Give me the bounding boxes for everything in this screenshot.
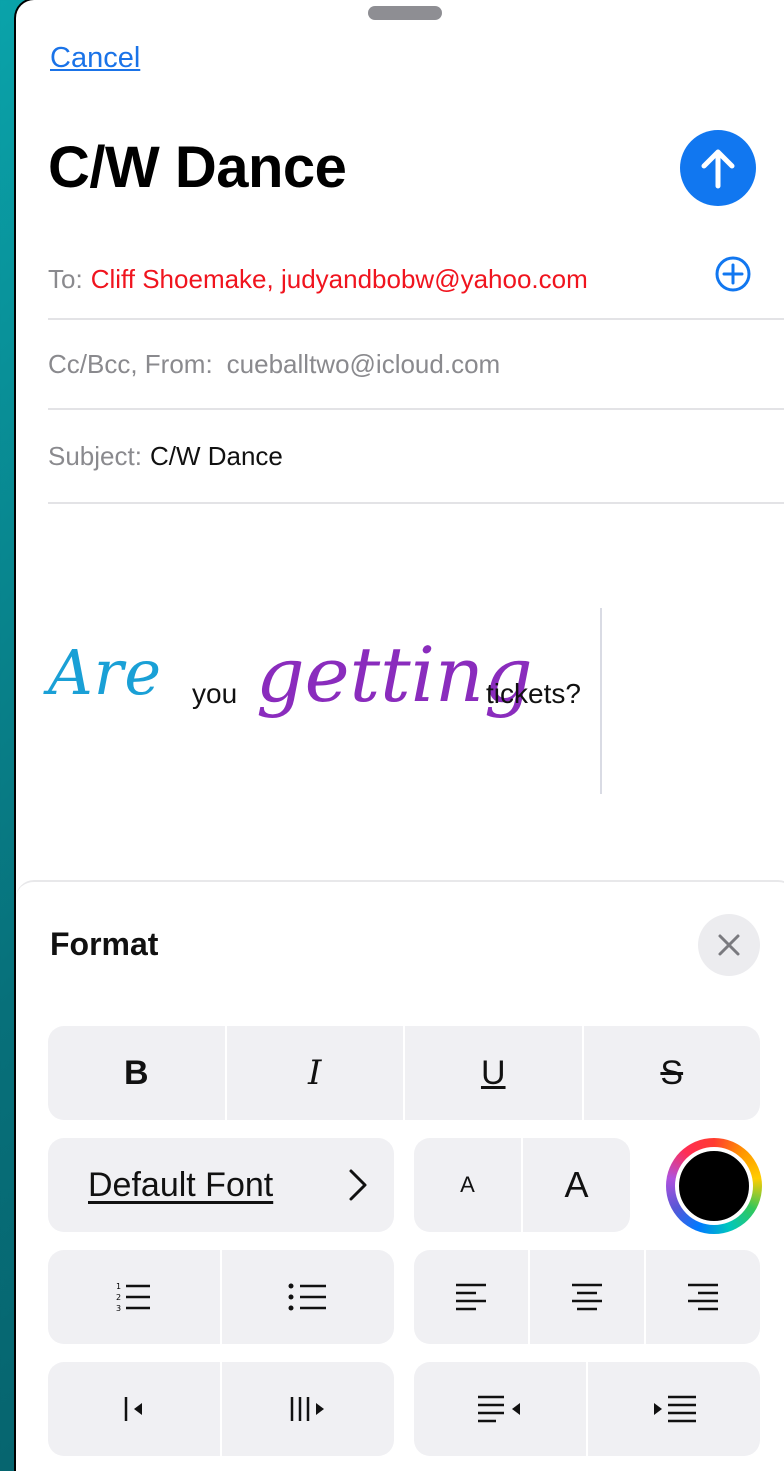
text-color-button[interactable]: [666, 1138, 762, 1234]
send-button[interactable]: [680, 130, 756, 206]
cc-bcc-from-label: Cc/Bcc, From:: [48, 348, 213, 379]
italic-button[interactable]: I: [227, 1026, 405, 1120]
close-icon: [718, 934, 740, 956]
compose-sheet: Cancel C/W Dance To: Cliff Shoemake, jud…: [16, 0, 784, 1471]
body-word-you: you: [192, 678, 238, 709]
to-field[interactable]: To: Cliff Shoemake, judyandbobw@yahoo.co…: [48, 240, 784, 320]
bulleted-list-button[interactable]: [222, 1250, 394, 1344]
from-address: cueballtwo@icloud.com: [226, 348, 501, 379]
increase-font-size-button[interactable]: A: [523, 1138, 630, 1232]
format-title: Format: [50, 926, 159, 962]
svg-text:1: 1: [116, 1282, 121, 1291]
font-picker-button[interactable]: Default Font: [48, 1138, 394, 1232]
alignment-group: [414, 1250, 760, 1344]
format-panel: Format B I U S Default Font A A 1 2 3: [16, 880, 784, 1471]
svg-text:3: 3: [116, 1304, 121, 1313]
chevron-right-icon: [349, 1169, 367, 1201]
quote-decrease-icon: [478, 1395, 520, 1423]
svg-text:2: 2: [116, 1293, 121, 1302]
quote-level-group: [414, 1362, 760, 1456]
align-right-button[interactable]: [646, 1250, 760, 1344]
align-left-button[interactable]: [414, 1250, 530, 1344]
recipients-list[interactable]: Cliff Shoemake, judyandbobw@yahoo.com: [91, 264, 588, 295]
outdent-button[interactable]: [48, 1362, 222, 1456]
cancel-button[interactable]: Cancel: [50, 42, 140, 75]
align-right-icon: [688, 1283, 718, 1311]
quote-decrease-button[interactable]: [414, 1362, 588, 1456]
font-size-group: A A: [414, 1138, 630, 1232]
quote-increase-icon: [654, 1395, 696, 1423]
quote-increase-button[interactable]: [588, 1362, 760, 1456]
indent-group: [48, 1362, 394, 1456]
align-center-button[interactable]: [530, 1250, 646, 1344]
bold-button[interactable]: B: [48, 1026, 227, 1120]
numbered-list-icon: 1 2 3: [116, 1282, 150, 1313]
message-title: C/W Dance: [48, 135, 347, 200]
align-center-icon: [572, 1283, 602, 1311]
outdent-icon: [124, 1397, 142, 1421]
font-name: Default Font: [88, 1165, 274, 1204]
list-group: 1 2 3: [48, 1250, 394, 1344]
indent-icon: [290, 1397, 324, 1421]
arrow-up-icon: [701, 149, 735, 189]
subject-label: Subject:: [48, 440, 142, 471]
numbered-list-button[interactable]: 1 2 3: [48, 1250, 222, 1344]
body-word-tickets: tickets?: [486, 678, 581, 709]
strikethrough-button[interactable]: S: [584, 1026, 761, 1120]
close-format-button[interactable]: [698, 914, 760, 976]
indent-button[interactable]: [222, 1362, 394, 1456]
to-label: To:: [48, 263, 83, 294]
text-cursor: [600, 608, 602, 794]
add-recipient-icon[interactable]: [714, 255, 752, 293]
bulleted-list-icon: [288, 1283, 326, 1311]
message-body[interactable]: Are you getting tickets?: [48, 600, 608, 800]
font-picker[interactable]: Default Font: [48, 1138, 394, 1232]
align-left-icon: [456, 1283, 486, 1311]
text-color-swatch: [675, 1147, 753, 1225]
sheet-grabber[interactable]: [368, 6, 442, 20]
body-word-are: Are: [48, 636, 163, 709]
subject-field[interactable]: Subject: C/W Dance: [48, 410, 784, 504]
text-style-group: B I U S: [48, 1026, 760, 1120]
subject-value[interactable]: C/W Dance: [150, 441, 283, 472]
cc-bcc-from-field[interactable]: Cc/Bcc, From: cueballtwo@icloud.com: [48, 320, 784, 410]
decrease-font-size-button[interactable]: A: [414, 1138, 523, 1232]
underline-button[interactable]: U: [405, 1026, 584, 1120]
